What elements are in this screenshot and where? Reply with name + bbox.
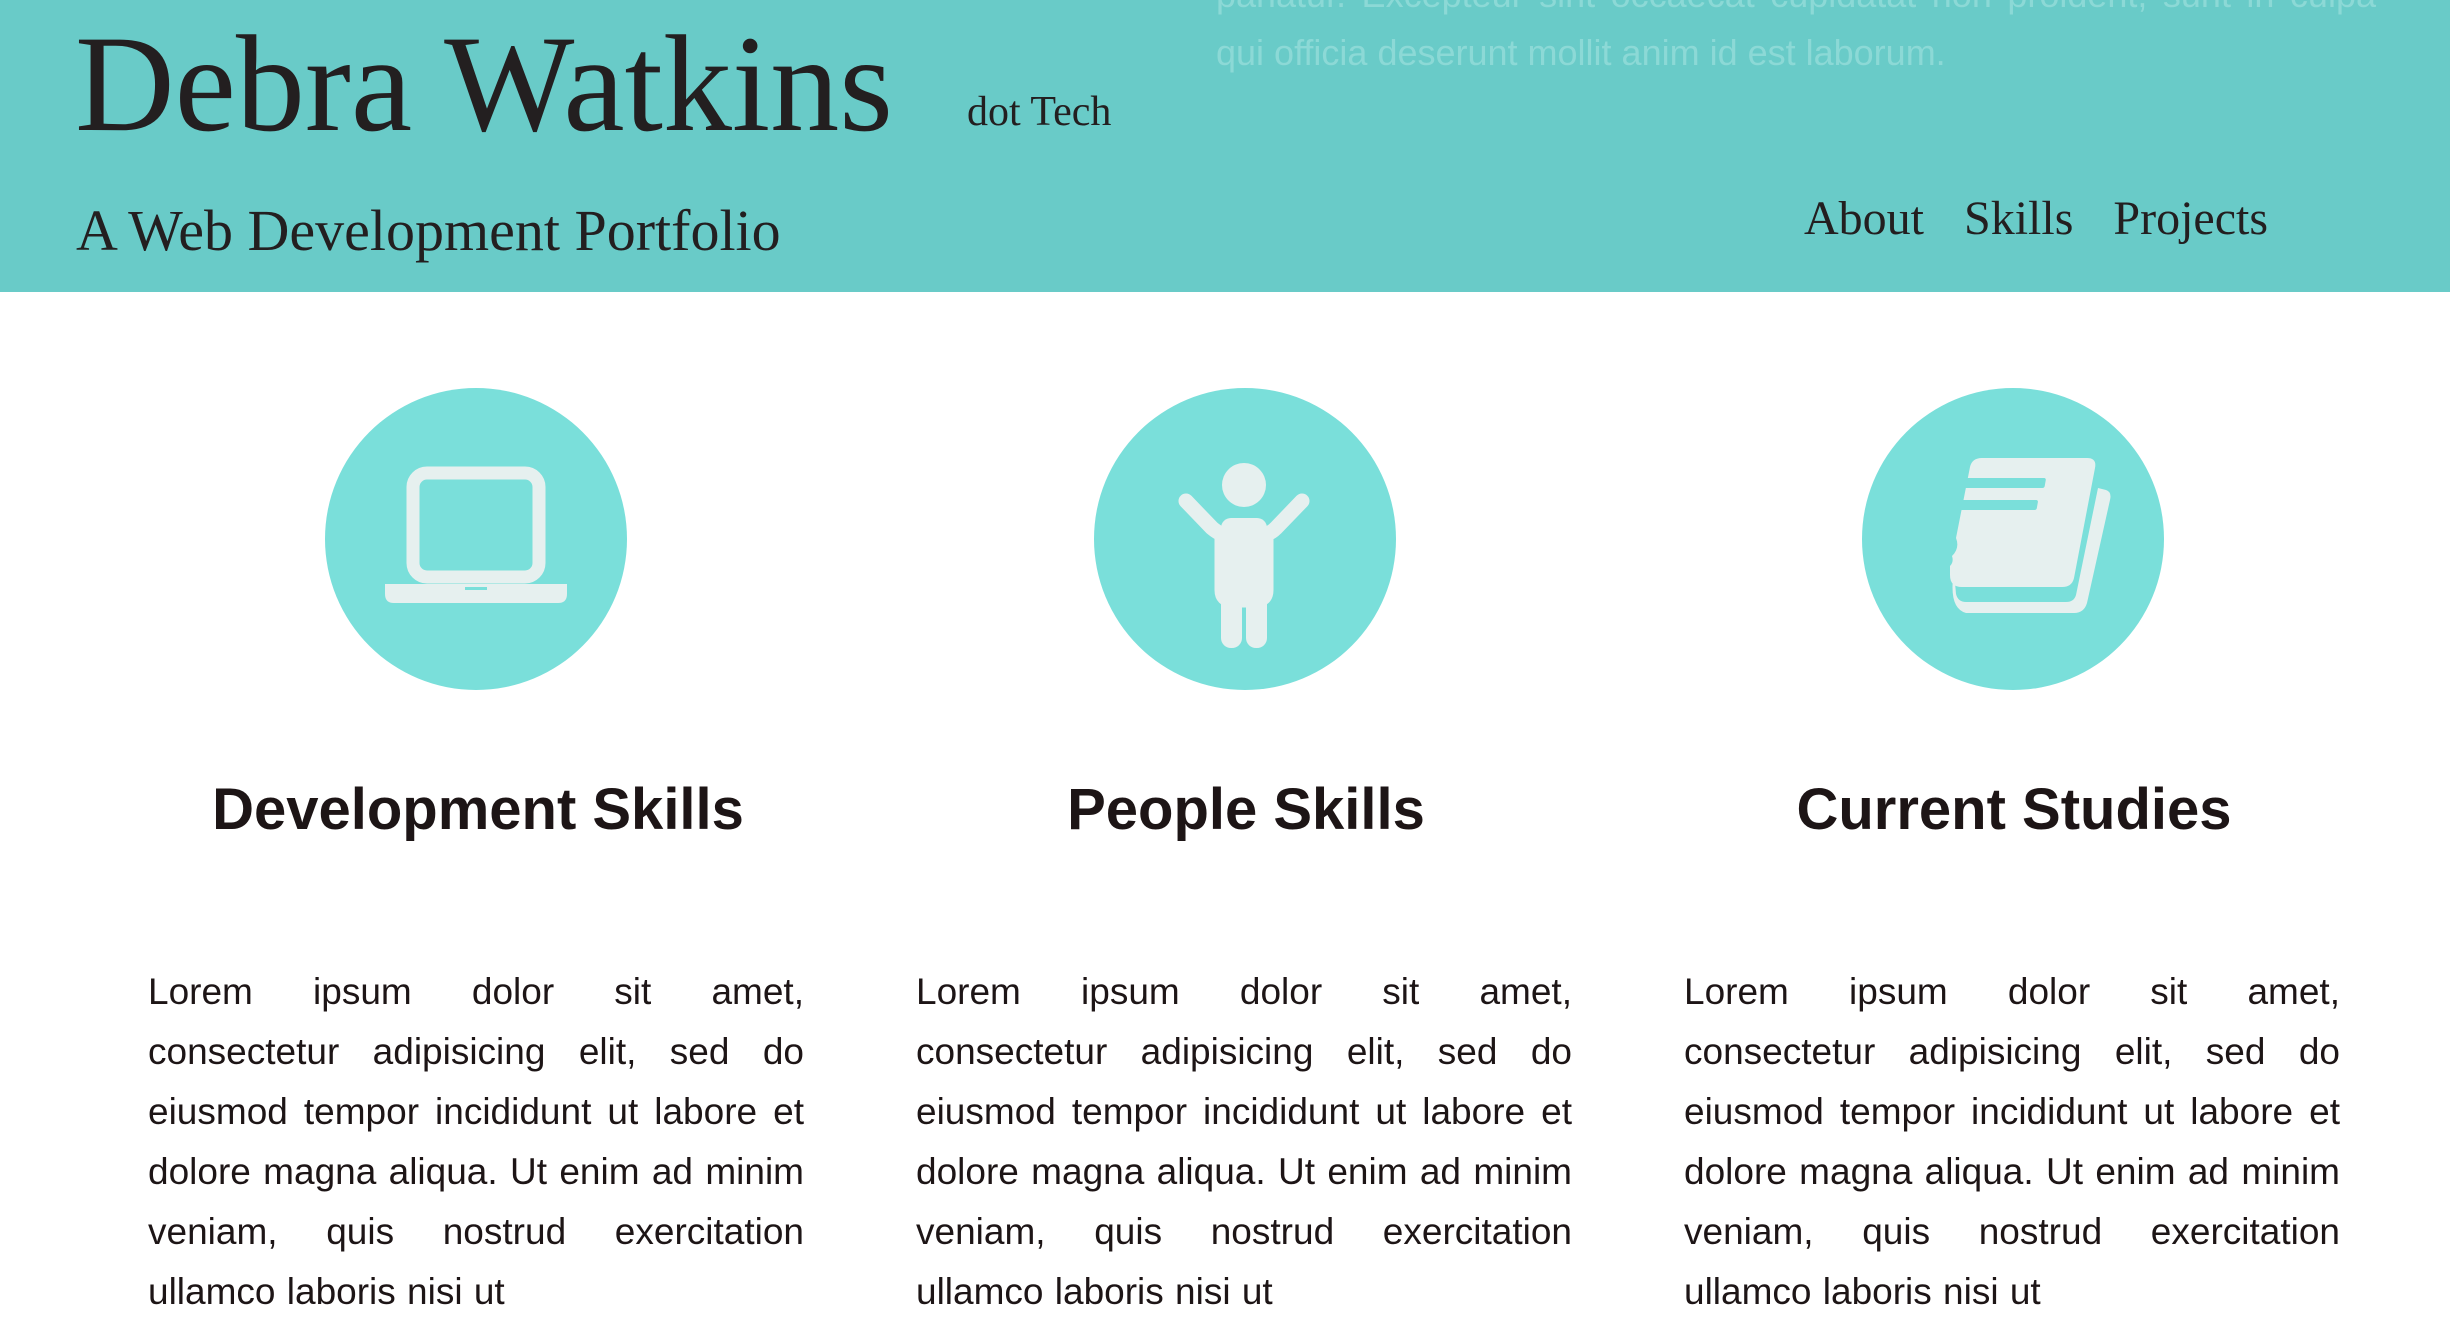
book-icon: [1950, 458, 2111, 613]
site-tagline: A Web Development Portfolio: [76, 198, 781, 263]
scrolled-background-text: pariatur. Excepteur sint occaecat cupida…: [1216, 0, 2376, 73]
nav-link-projects[interactable]: Projects: [2113, 188, 2268, 250]
site-subtitle: dot Tech: [967, 89, 1112, 135]
feature-icon-circle: [325, 388, 627, 690]
feature-description: Lorem ipsum dolor sit amet, consectetur …: [148, 971, 804, 1312]
feature-title: Development Skills: [212, 777, 744, 842]
site-header: pariatur. Excepteur sint occaecat cupida…: [0, 0, 2450, 292]
feature-description: Lorem ipsum dolor sit amet, consectetur …: [916, 971, 1572, 1312]
feature-icon-circle: [1862, 388, 2164, 690]
feature-icon-circle: [1094, 388, 1396, 690]
site-title[interactable]: Debra Watkins: [75, 4, 893, 164]
feature-title: People Skills: [1067, 777, 1425, 842]
main-nav: About Skills Projects: [1804, 188, 2268, 250]
laptop-icon: [385, 466, 567, 603]
person-icon: [1178, 463, 1310, 648]
feature-description: Lorem ipsum dolor sit amet, consectetur …: [1684, 971, 2340, 1312]
nav-link-skills[interactable]: Skills: [1964, 188, 2073, 250]
feature-title: Current Studies: [1796, 777, 2232, 842]
nav-link-about[interactable]: About: [1804, 188, 1924, 250]
